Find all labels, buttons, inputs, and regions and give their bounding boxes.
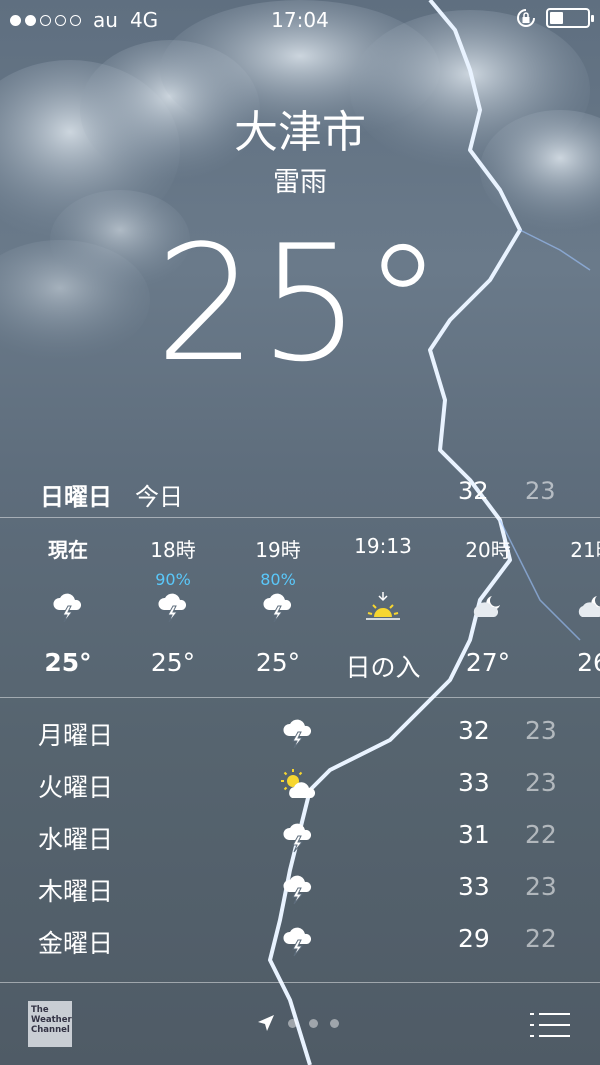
hour-temperature: 日の入 [345, 653, 421, 682]
daily-forecast-row: 水曜日 31 22 [0, 812, 600, 864]
rotation-lock-icon [517, 9, 535, 27]
hourly-item: 現在 25° [18, 520, 118, 695]
hourly-forecast-scroller[interactable]: 現在 25° 18時 90% 25° 19時 80% 25° 19:13 日の入 20時 27° 21時… [0, 520, 600, 695]
daily-low: 22 [525, 924, 557, 953]
daily-low: 22 [525, 820, 557, 849]
divider [0, 517, 600, 518]
hourly-item: 18時 90% 25° [123, 520, 223, 695]
status-time: 17:04 [271, 8, 329, 32]
page-dot [330, 1018, 339, 1028]
today-low: 23 [525, 477, 556, 505]
hour-time: 21時 [570, 538, 600, 562]
daily-forecast-row: 火曜日 33 23 [0, 760, 600, 812]
precip-chance: 80% [260, 570, 296, 589]
daily-forecast-list[interactable]: 月曜日 32 23 火曜日 33 23 水曜日 31 22 木曜日 33 23 金曜日 29 22 [0, 708, 600, 968]
status-bar: au 4G 17:04 [0, 0, 600, 40]
thunderstorm-icon [260, 590, 296, 624]
hour-temperature: 27° [465, 648, 511, 677]
hour-time: 現在 [48, 538, 88, 562]
hour-temperature: 25° [150, 648, 196, 677]
daily-high: 31 [458, 820, 490, 849]
daily-low: 23 [525, 716, 557, 745]
weekday-name: 月曜日 [38, 721, 114, 750]
daily-low: 23 [525, 768, 557, 797]
page-indicator[interactable] [256, 1013, 339, 1033]
hour-time: 20時 [465, 538, 511, 562]
footer-toolbar: The Weather Channel [0, 983, 600, 1065]
daily-forecast-row: 月曜日 32 23 [0, 708, 600, 760]
thunderstorm-icon [280, 716, 318, 750]
hourly-item: 19:13 日の入 [333, 520, 433, 695]
today-label: 今日 [135, 483, 183, 511]
daily-high: 33 [458, 768, 490, 797]
cloudy-night-icon [575, 590, 600, 624]
daily-high: 32 [458, 716, 490, 745]
battery-icon [546, 8, 594, 28]
daily-low: 23 [525, 872, 557, 901]
hourly-item: 20時 27° [438, 520, 538, 695]
divider [0, 697, 600, 698]
weather-condition: 雷雨 [273, 167, 327, 198]
location-arrow-icon [258, 1015, 274, 1031]
daily-forecast-row: 木曜日 33 23 [0, 864, 600, 916]
sunset-icon [365, 590, 401, 624]
hourly-item: 21時 26 [543, 520, 600, 695]
daily-forecast-row: 金曜日 29 22 [0, 916, 600, 968]
cloudy-night-icon [470, 590, 506, 624]
daily-high: 29 [458, 924, 490, 953]
weather-channel-logo[interactable]: The Weather Channel [28, 1001, 72, 1047]
hour-time: 19:13 [354, 534, 412, 558]
current-temperature: 25° [155, 210, 445, 397]
weekday-name: 水曜日 [38, 825, 114, 854]
today-summary: 日曜日 今日 32 23 [0, 475, 600, 515]
hour-temperature: 25° [44, 648, 92, 677]
thunderstorm-icon [280, 872, 318, 906]
thunderstorm-icon [280, 924, 318, 958]
weekday-name: 金曜日 [38, 929, 114, 958]
daily-high: 33 [458, 872, 490, 901]
page-dot [288, 1018, 297, 1028]
partly-sunny-icon [280, 768, 318, 802]
thunderstorm-icon [280, 820, 318, 854]
hour-time: 18時 [150, 538, 196, 562]
today-day: 日曜日 [40, 483, 112, 511]
city-name: 大津市 [234, 107, 366, 158]
weekday-name: 火曜日 [38, 773, 114, 802]
hourly-item: 19時 80% 25° [228, 520, 328, 695]
hour-temperature: 26 [577, 648, 600, 677]
weekday-name: 木曜日 [38, 877, 114, 906]
precip-chance: 90% [155, 570, 191, 589]
city-list-button[interactable] [530, 1011, 570, 1039]
hour-time: 19時 [255, 538, 301, 562]
hour-temperature: 25° [255, 648, 301, 677]
thunderstorm-icon [50, 590, 86, 624]
page-dot [309, 1018, 318, 1028]
thunderstorm-icon [155, 590, 191, 624]
today-high: 32 [458, 477, 489, 505]
